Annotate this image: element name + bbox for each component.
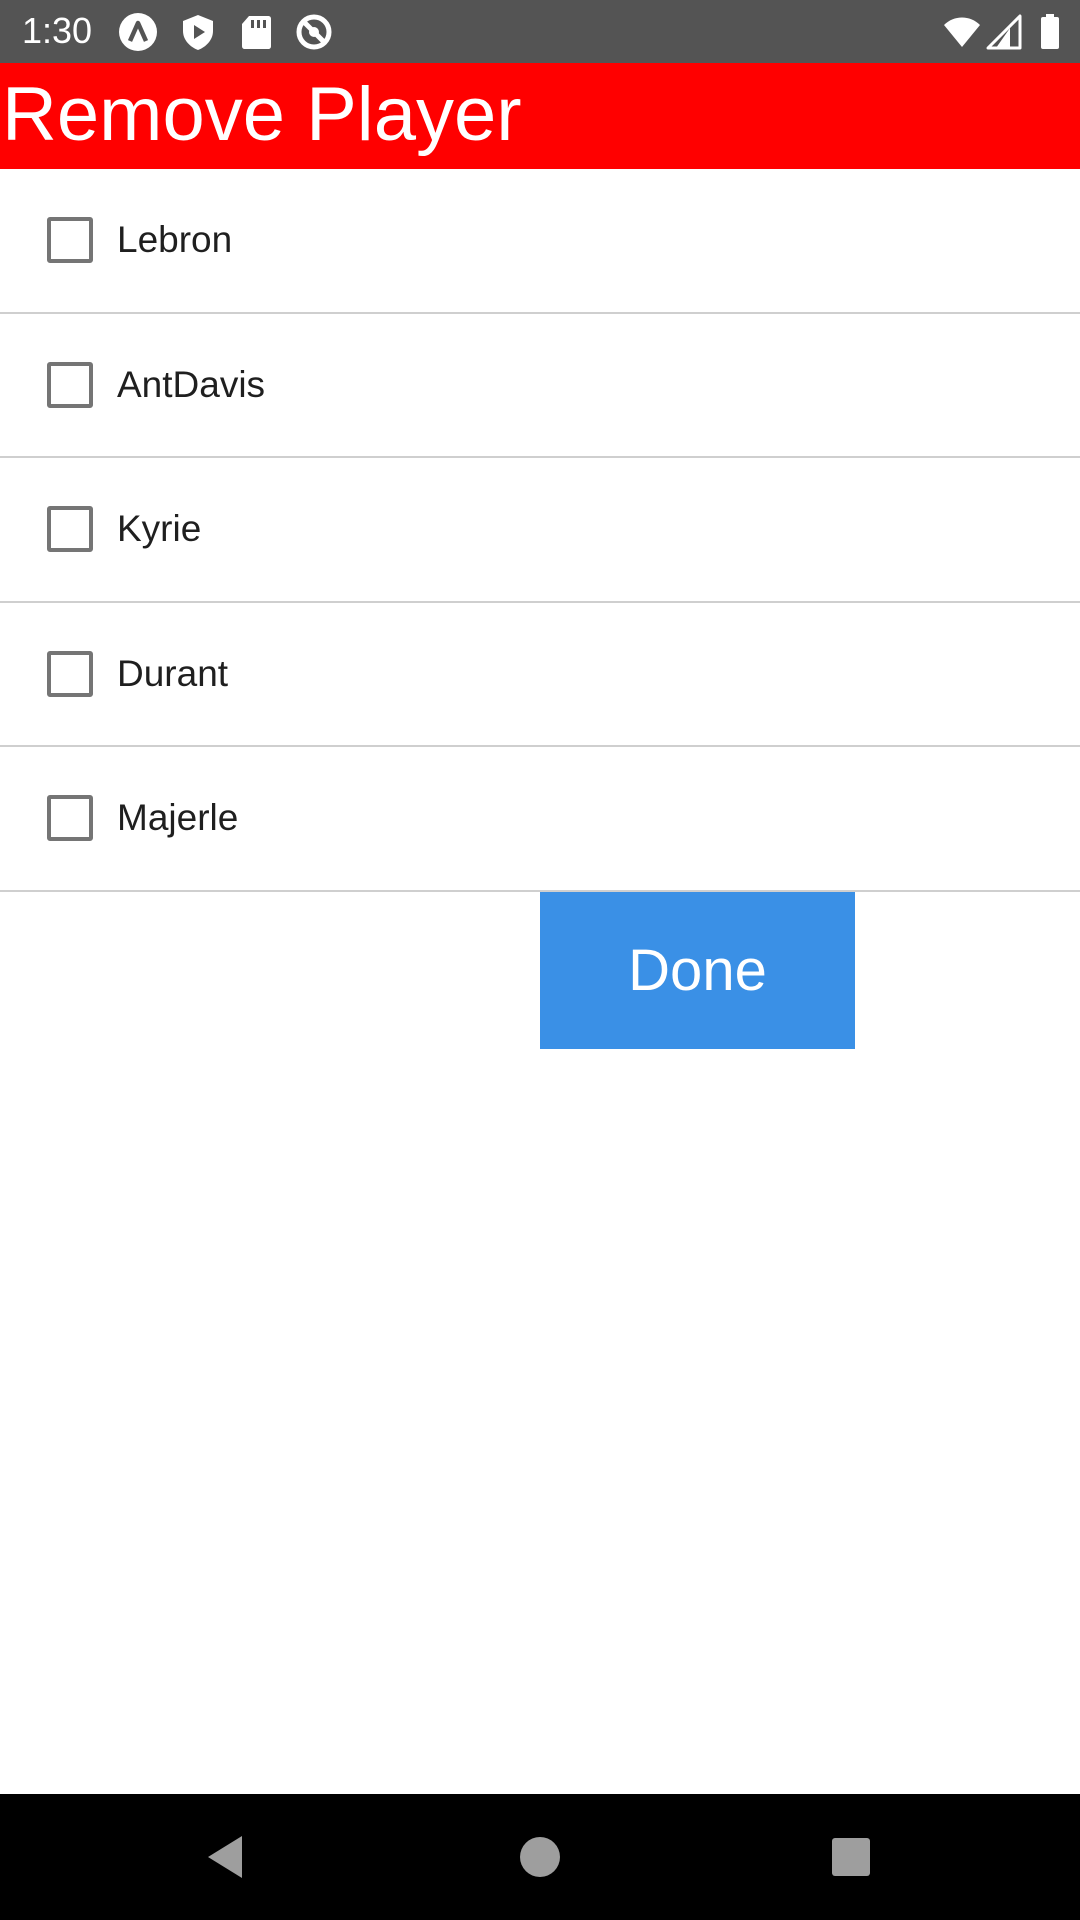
status-bar: 1:30 [0,0,1080,63]
player-checkbox[interactable] [47,650,93,697]
player-checkbox[interactable] [47,361,93,408]
player-name: Kyrie [117,508,202,549]
battery-icon [1030,12,1070,52]
done-button[interactable]: Done [540,892,855,1049]
no-sync-icon [294,12,334,52]
wifi-icon [942,12,982,52]
player-name: Lebron [117,219,233,260]
navigation-bar [0,1794,1080,1920]
recents-icon[interactable] [826,1832,876,1882]
player-name: AntDavis [117,363,266,405]
player-name: Majerle [117,797,239,838]
player-name: Durant [117,652,229,694]
page-title: Remove Player [2,72,522,157]
list-item[interactable]: Lebron [0,169,1080,314]
player-checkbox[interactable] [47,506,93,552]
list-item[interactable]: Kyrie [0,458,1080,603]
shield-play-icon [178,12,218,52]
player-checkbox[interactable] [47,795,93,841]
list-item[interactable]: AntDavis [0,314,1080,458]
player-checkbox[interactable] [47,217,93,263]
list-item[interactable]: Durant [0,603,1080,747]
player-list: Lebron AntDavis Kyrie Durant Majerle [0,169,1080,892]
app-bar: Remove Player [0,63,1080,169]
status-time: 1:30 [22,10,93,51]
app-a-icon [118,12,158,52]
sd-card-icon [236,12,276,52]
list-item[interactable]: Majerle [0,747,1080,892]
back-icon[interactable] [202,1832,252,1882]
signal-icon [986,12,1026,52]
home-icon[interactable] [515,1832,565,1882]
